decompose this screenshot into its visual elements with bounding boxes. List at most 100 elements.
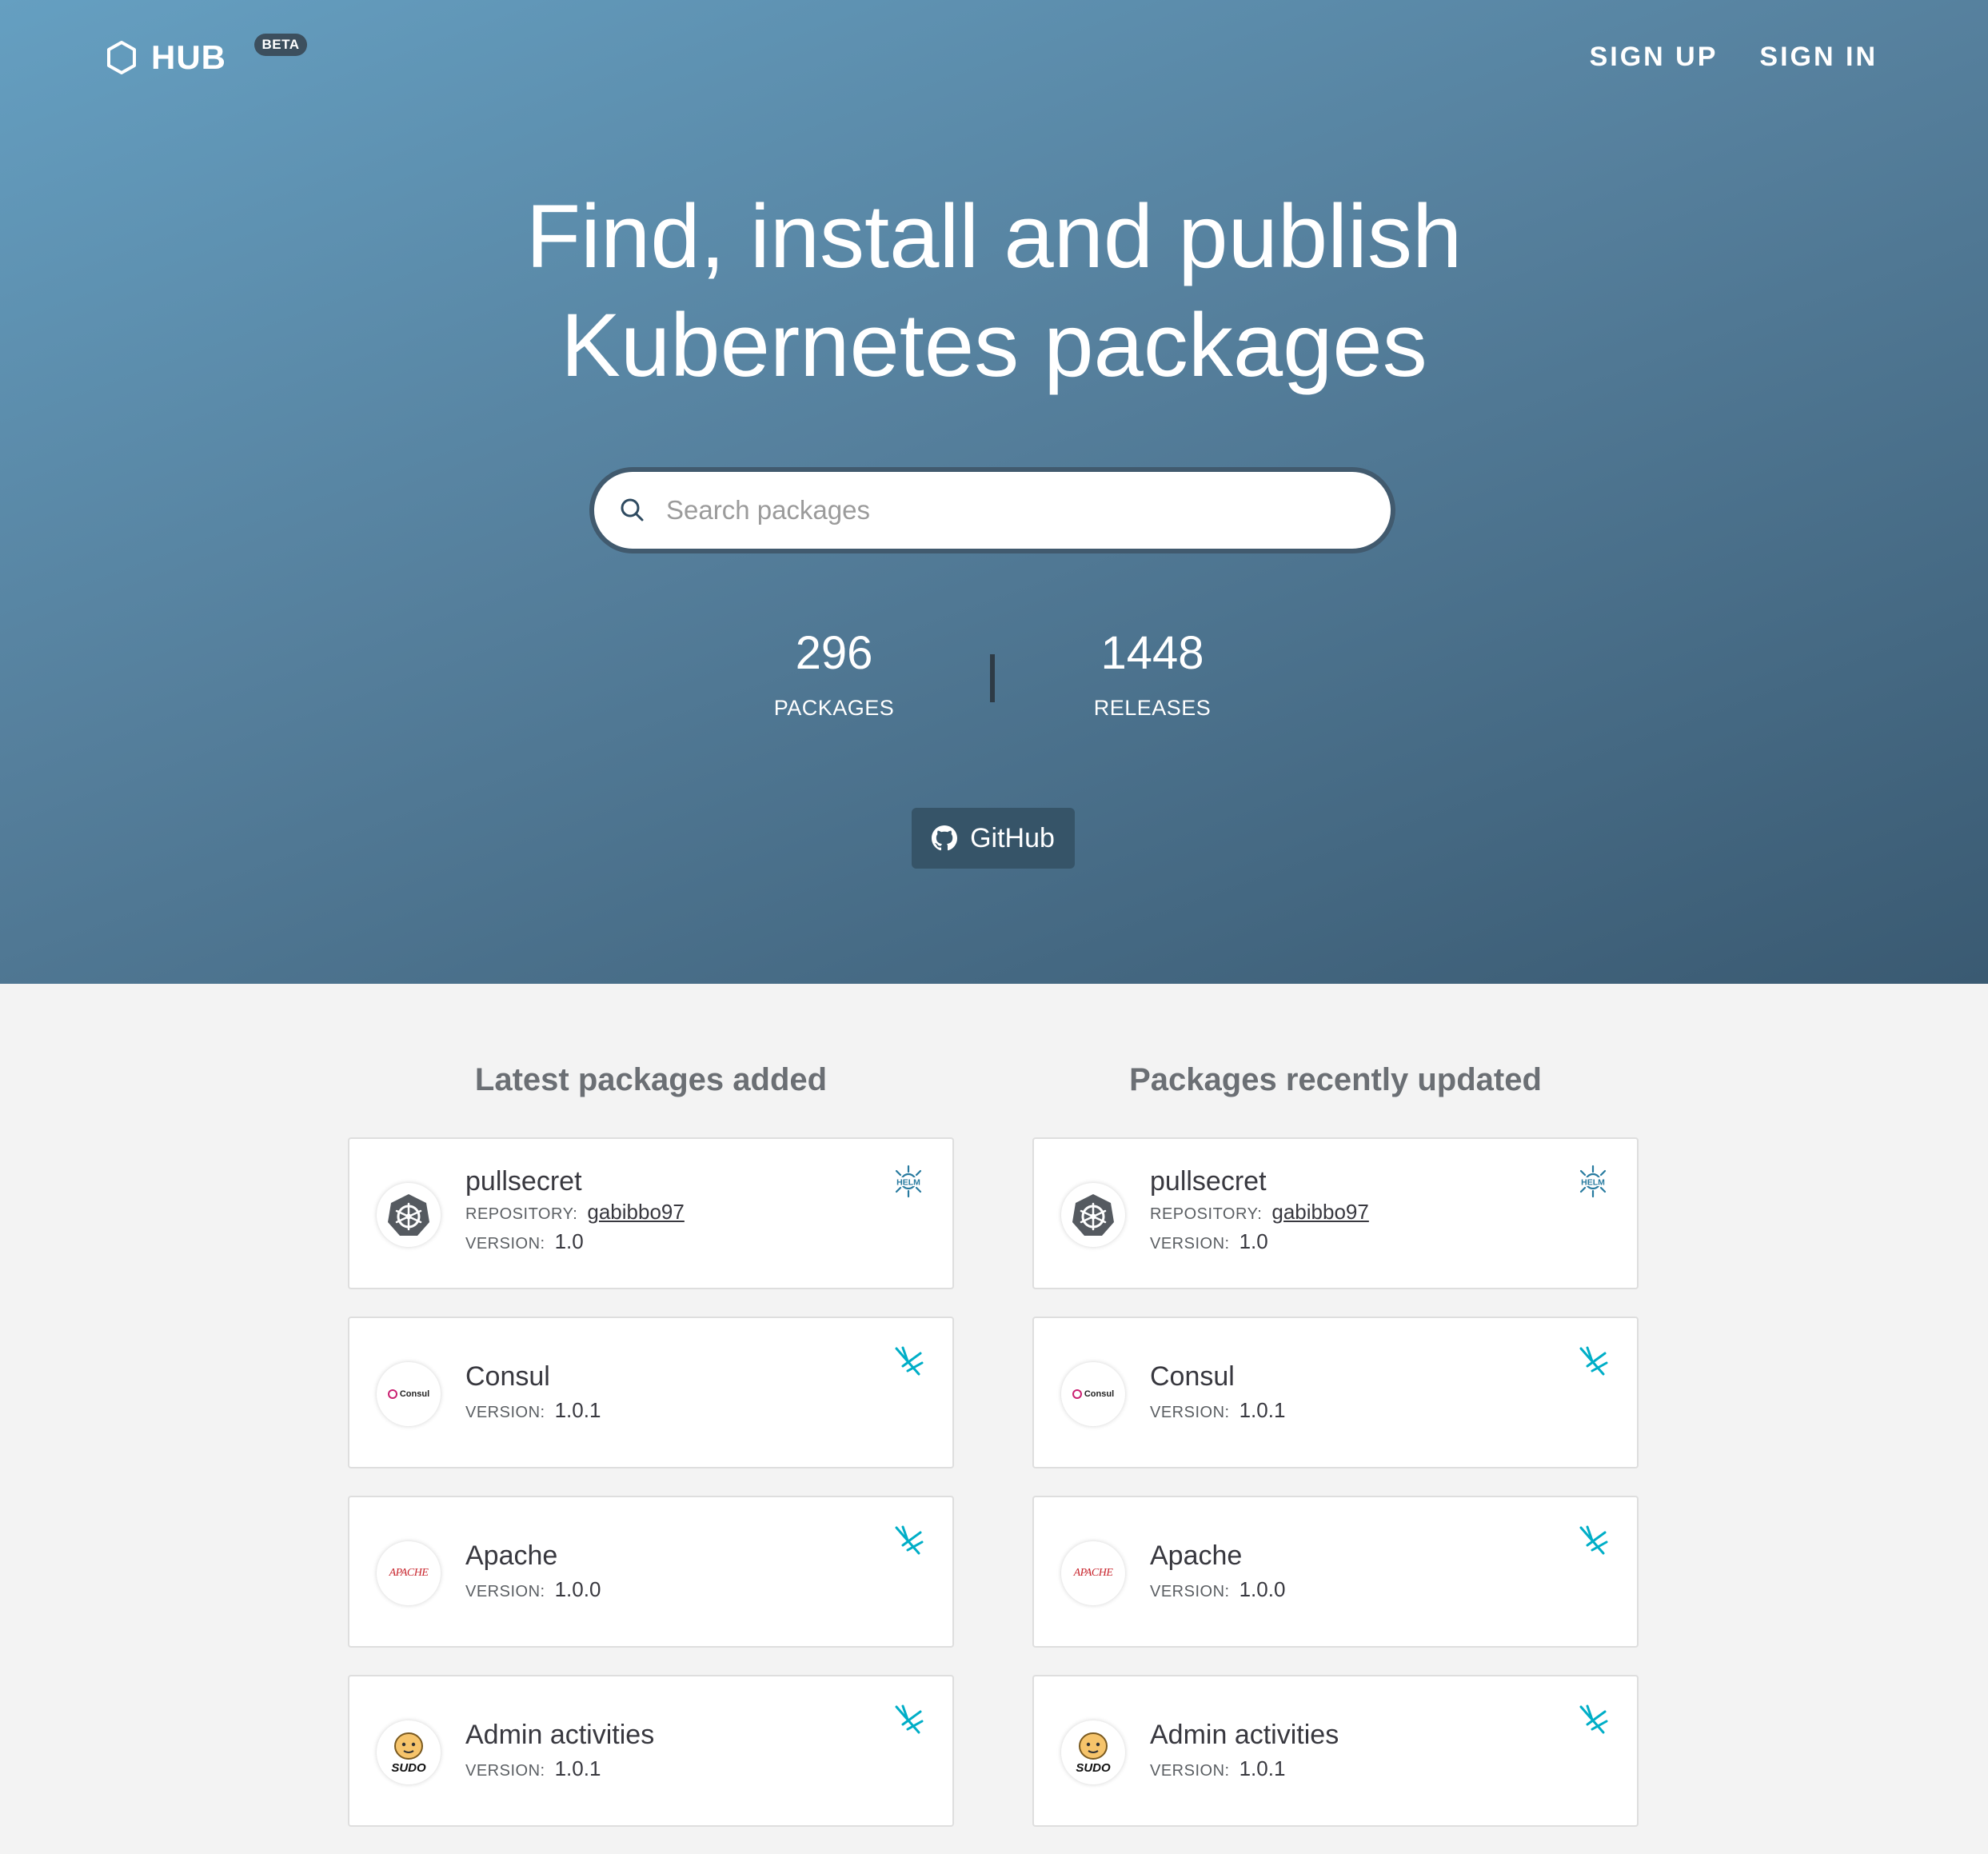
search-bar[interactable] bbox=[589, 467, 1395, 553]
version-value: 1.0.0 bbox=[1239, 1577, 1286, 1601]
version-label: VERSION: bbox=[1150, 1583, 1230, 1600]
packages-stat: 296 PACKAGES bbox=[730, 625, 938, 721]
package-info: pullsecret REPOSITORY: gabibbo97 VERSION:… bbox=[1150, 1165, 1369, 1257]
version-row: VERSION: 1.0.0 bbox=[1150, 1576, 1285, 1605]
version-value: 1.0.1 bbox=[1239, 1756, 1286, 1780]
version-label: VERSION: bbox=[1150, 1404, 1230, 1421]
version-value: 1.0 bbox=[554, 1229, 584, 1253]
version-value: 1.0.1 bbox=[554, 1398, 601, 1422]
package-info: pullsecret REPOSITORY: gabibbo97 VERSION:… bbox=[465, 1165, 685, 1257]
version-row: VERSION: 1.0.0 bbox=[465, 1576, 601, 1605]
version-row: VERSION: 1.0.1 bbox=[1150, 1396, 1285, 1426]
github-button-label: GitHub bbox=[970, 822, 1055, 853]
releases-stat: 1448 RELEASES bbox=[1048, 625, 1256, 721]
hero-section: HUB BETA SIGN UP SIGN IN Find, install a… bbox=[0, 0, 1988, 984]
package-info: Consul VERSION: 1.0.1 bbox=[465, 1360, 601, 1426]
search-input[interactable] bbox=[666, 495, 1354, 525]
repository-link[interactable]: gabibbo97 bbox=[1271, 1200, 1368, 1224]
stats-divider bbox=[990, 654, 995, 702]
kubernetes-icon bbox=[1072, 1194, 1114, 1236]
search-icon bbox=[621, 498, 644, 521]
repository-label: REPOSITORY: bbox=[1150, 1205, 1263, 1223]
repository-row: REPOSITORY: gabibbo97 bbox=[1150, 1198, 1369, 1228]
latest-packages-column: Latest packages added pullsecret REPOSIT… bbox=[348, 1056, 954, 1854]
version-row: VERSION: 1.0.1 bbox=[1150, 1755, 1339, 1784]
package-name: Apache bbox=[1150, 1540, 1243, 1571]
package-card-admin-activities[interactable]: SUDO Admin activities VERSION: 1.0.1 bbox=[348, 1675, 954, 1827]
package-card-consul[interactable]: Consul Consul VERSION: 1.0.1 bbox=[1032, 1317, 1639, 1468]
package-card-admin-activities[interactable]: SUDO Admin activities VERSION: 1.0.1 bbox=[1032, 1675, 1639, 1827]
package-name: Consul bbox=[465, 1361, 550, 1392]
sudo-mascot-icon: SUDO bbox=[1076, 1732, 1111, 1775]
package-name: Apache bbox=[465, 1540, 558, 1571]
package-name: pullsecret bbox=[1150, 1166, 1267, 1197]
falco-icon bbox=[895, 1704, 924, 1734]
version-row: VERSION: 1.0.1 bbox=[465, 1755, 654, 1784]
consul-icon bbox=[1072, 1389, 1082, 1399]
hero-title: Find, install and publish Kubernetes pac… bbox=[0, 182, 1988, 400]
recently-updated-title: Packages recently updated bbox=[1129, 1062, 1542, 1097]
consul-logo: Consul bbox=[1061, 1362, 1125, 1426]
sign-up-link[interactable]: SIGN UP bbox=[1590, 42, 1719, 73]
version-label: VERSION: bbox=[1150, 1762, 1230, 1780]
version-value: 1.0.1 bbox=[1239, 1398, 1286, 1422]
hero-title-line-1: Find, install and publish bbox=[525, 186, 1463, 286]
package-card-apache[interactable]: APACHE Apache VERSION: 1.0.0 bbox=[1032, 1496, 1639, 1648]
package-info: Consul VERSION: 1.0.1 bbox=[1150, 1360, 1285, 1426]
helm-icon: HELM bbox=[1578, 1165, 1608, 1198]
svg-text:HELM: HELM bbox=[1581, 1178, 1605, 1188]
apache-logo: APACHE bbox=[377, 1541, 441, 1605]
package-card-consul[interactable]: Consul Consul VERSION: 1.0.1 bbox=[348, 1317, 954, 1468]
releases-label: RELEASES bbox=[1093, 696, 1212, 720]
repository-row: REPOSITORY: gabibbo97 bbox=[465, 1198, 685, 1228]
version-label: VERSION: bbox=[465, 1762, 545, 1780]
repository-label: REPOSITORY: bbox=[465, 1205, 578, 1223]
version-row: VERSION: 1.0 bbox=[465, 1228, 685, 1257]
version-row: VERSION: 1.0 bbox=[1150, 1228, 1369, 1257]
version-label: VERSION: bbox=[465, 1583, 545, 1600]
sudo-logo: SUDO bbox=[1061, 1720, 1125, 1784]
sudo-logo: SUDO bbox=[377, 1720, 441, 1784]
falco-icon bbox=[895, 1525, 924, 1555]
hexagon-icon bbox=[107, 41, 136, 74]
releases-count: 1448 bbox=[1100, 627, 1204, 679]
falco-icon bbox=[1579, 1704, 1608, 1734]
latest-packages-title: Latest packages added bbox=[474, 1062, 828, 1097]
version-row: VERSION: 1.0.1 bbox=[465, 1396, 601, 1426]
version-value: 1.0.0 bbox=[554, 1577, 601, 1601]
brand-logo-link[interactable]: HUB bbox=[106, 38, 226, 77]
sudo-mascot-icon: SUDO bbox=[391, 1732, 426, 1775]
consul-icon bbox=[387, 1389, 397, 1399]
top-nav: SIGN UP SIGN IN bbox=[1590, 42, 1878, 73]
version-label: VERSION: bbox=[465, 1404, 545, 1421]
github-icon bbox=[932, 825, 958, 851]
package-card-apache[interactable]: APACHE Apache VERSION: 1.0.0 bbox=[348, 1496, 954, 1648]
helm-icon: HELM bbox=[893, 1165, 924, 1198]
falco-icon bbox=[1579, 1525, 1608, 1555]
package-card-pullsecret[interactable]: pullsecret REPOSITORY: gabibbo97 VERSION:… bbox=[1032, 1137, 1639, 1289]
hero-title-line-2: Kubernetes packages bbox=[561, 295, 1427, 395]
kubernetes-logo bbox=[1061, 1183, 1125, 1247]
version-label: VERSION: bbox=[1150, 1235, 1230, 1253]
package-name: Admin activities bbox=[465, 1720, 655, 1750]
recently-updated-column: Packages recently updated pullsecret REP… bbox=[1032, 1056, 1639, 1854]
version-value: 1.0 bbox=[1239, 1229, 1268, 1253]
packages-label: PACKAGES bbox=[773, 696, 895, 720]
package-name: pullsecret bbox=[465, 1166, 582, 1197]
package-info: Admin activities VERSION: 1.0.1 bbox=[465, 1718, 654, 1784]
kubernetes-icon bbox=[388, 1194, 429, 1236]
github-button[interactable]: GitHub bbox=[912, 808, 1075, 869]
packages-count: 296 bbox=[795, 627, 873, 679]
svg-text:HELM: HELM bbox=[896, 1178, 920, 1188]
svg-text:SUDO: SUDO bbox=[391, 1761, 426, 1775]
repository-link[interactable]: gabibbo97 bbox=[587, 1200, 684, 1224]
sign-in-link[interactable]: SIGN IN bbox=[1759, 42, 1878, 73]
package-name: Consul bbox=[1150, 1361, 1235, 1392]
apache-logo: APACHE bbox=[1061, 1541, 1125, 1605]
package-name: Admin activities bbox=[1150, 1720, 1339, 1750]
svg-text:SUDO: SUDO bbox=[1076, 1761, 1111, 1775]
package-card-pullsecret[interactable]: pullsecret REPOSITORY: gabibbo97 VERSION:… bbox=[348, 1137, 954, 1289]
falco-icon bbox=[895, 1346, 924, 1376]
consul-logo: Consul bbox=[377, 1362, 441, 1426]
brand-name: HUB bbox=[151, 38, 226, 76]
